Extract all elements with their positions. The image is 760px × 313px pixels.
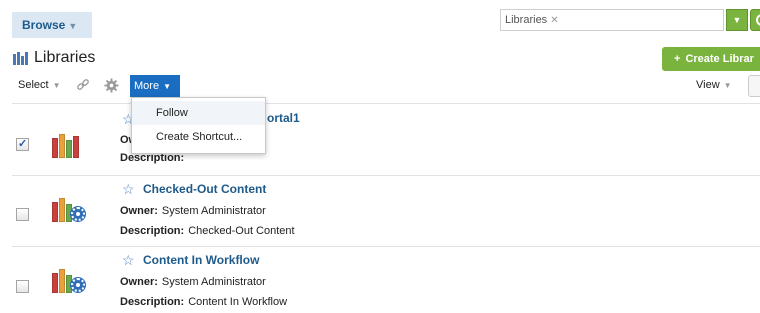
- menu-item-follow[interactable]: Follow: [132, 101, 265, 125]
- plus-icon: +: [674, 53, 681, 65]
- page-title-text: Libraries: [34, 49, 96, 66]
- view-toggle-button[interactable]: [748, 75, 760, 97]
- browse-menu-button[interactable]: Browse ▼: [12, 12, 92, 38]
- close-icon[interactable]: ✕: [550, 15, 558, 26]
- star-icon[interactable]: ☆: [122, 182, 135, 196]
- create-library-label: Create Librar: [685, 53, 754, 65]
- chevron-down-icon: ▼: [163, 82, 171, 91]
- owner-line: Owner: System Administrator: [120, 205, 266, 217]
- library-query-icon: [52, 198, 85, 222]
- gear-icon: [71, 278, 85, 292]
- chevron-down-icon: ▼: [52, 81, 61, 90]
- list-item: ☆ Checked-Out Content Owner: System Admin…: [12, 175, 760, 247]
- chevron-down-icon: ▼: [732, 15, 742, 25]
- description-line: Description: Content In Workflow: [120, 296, 287, 308]
- create-library-button[interactable]: + Create Librar: [662, 47, 760, 71]
- more-menu-button[interactable]: More ▼: [130, 75, 180, 97]
- link-icon[interactable]: [76, 78, 90, 92]
- description-line: Description: Checked-Out Content: [120, 225, 295, 237]
- library-query-icon: [52, 269, 85, 293]
- owner-value: System Administrator: [161, 205, 266, 217]
- library-icon: [52, 134, 84, 158]
- star-icon[interactable]: ☆: [122, 253, 135, 267]
- search-scope-chip[interactable]: Libraries ✕: [505, 13, 559, 28]
- library-icon: [13, 51, 28, 65]
- chevron-down-icon: ▼: [68, 21, 78, 31]
- owner-label: Owner:: [120, 205, 158, 217]
- list-item: ☆ Content In Workflow Owner: System Admin…: [12, 246, 760, 313]
- owner-line: Owner: System Administrator: [120, 276, 266, 288]
- view-label: View: [696, 79, 720, 91]
- gear-icon[interactable]: [104, 78, 119, 93]
- owner-label: Owner:: [120, 276, 158, 288]
- search-scope-label: Libraries: [505, 14, 548, 26]
- item-title-link[interactable]: Checked-Out Content: [143, 182, 266, 196]
- more-dropdown-menu: Follow Create Shortcut...: [131, 97, 266, 154]
- chevron-down-icon: ▼: [723, 81, 732, 90]
- page-title: Libraries: [13, 47, 95, 69]
- description-value: Content In Workflow: [188, 296, 288, 308]
- row-checkbox[interactable]: [16, 208, 29, 221]
- select-menu-button[interactable]: Select ▼: [18, 79, 61, 91]
- description-label: Description:: [120, 225, 185, 237]
- item-title-link[interactable]: ortal1: [267, 111, 300, 125]
- gear-icon: [71, 207, 85, 221]
- row-checkbox[interactable]: [16, 280, 29, 293]
- row-checkbox[interactable]: [16, 137, 29, 151]
- more-label: More: [134, 80, 160, 92]
- description-label: Description:: [120, 296, 185, 308]
- search-button[interactable]: [750, 9, 760, 31]
- toolbar: Select ▼ More ▼ View ▼: [0, 75, 760, 97]
- description-value: Checked-Out Content: [188, 225, 295, 237]
- search-input[interactable]: Libraries ✕: [500, 9, 724, 31]
- item-title-link[interactable]: Content In Workflow: [143, 253, 259, 267]
- select-label: Select: [18, 79, 49, 91]
- list-item: ☆ ortal1 Ow Description:: [12, 103, 760, 175]
- search-options-button[interactable]: ▼: [726, 9, 748, 31]
- owner-value: System Administrator: [161, 276, 266, 288]
- view-menu-button[interactable]: View ▼: [696, 79, 732, 91]
- browse-label: Browse: [22, 18, 66, 32]
- menu-item-create-shortcut[interactable]: Create Shortcut...: [132, 125, 265, 149]
